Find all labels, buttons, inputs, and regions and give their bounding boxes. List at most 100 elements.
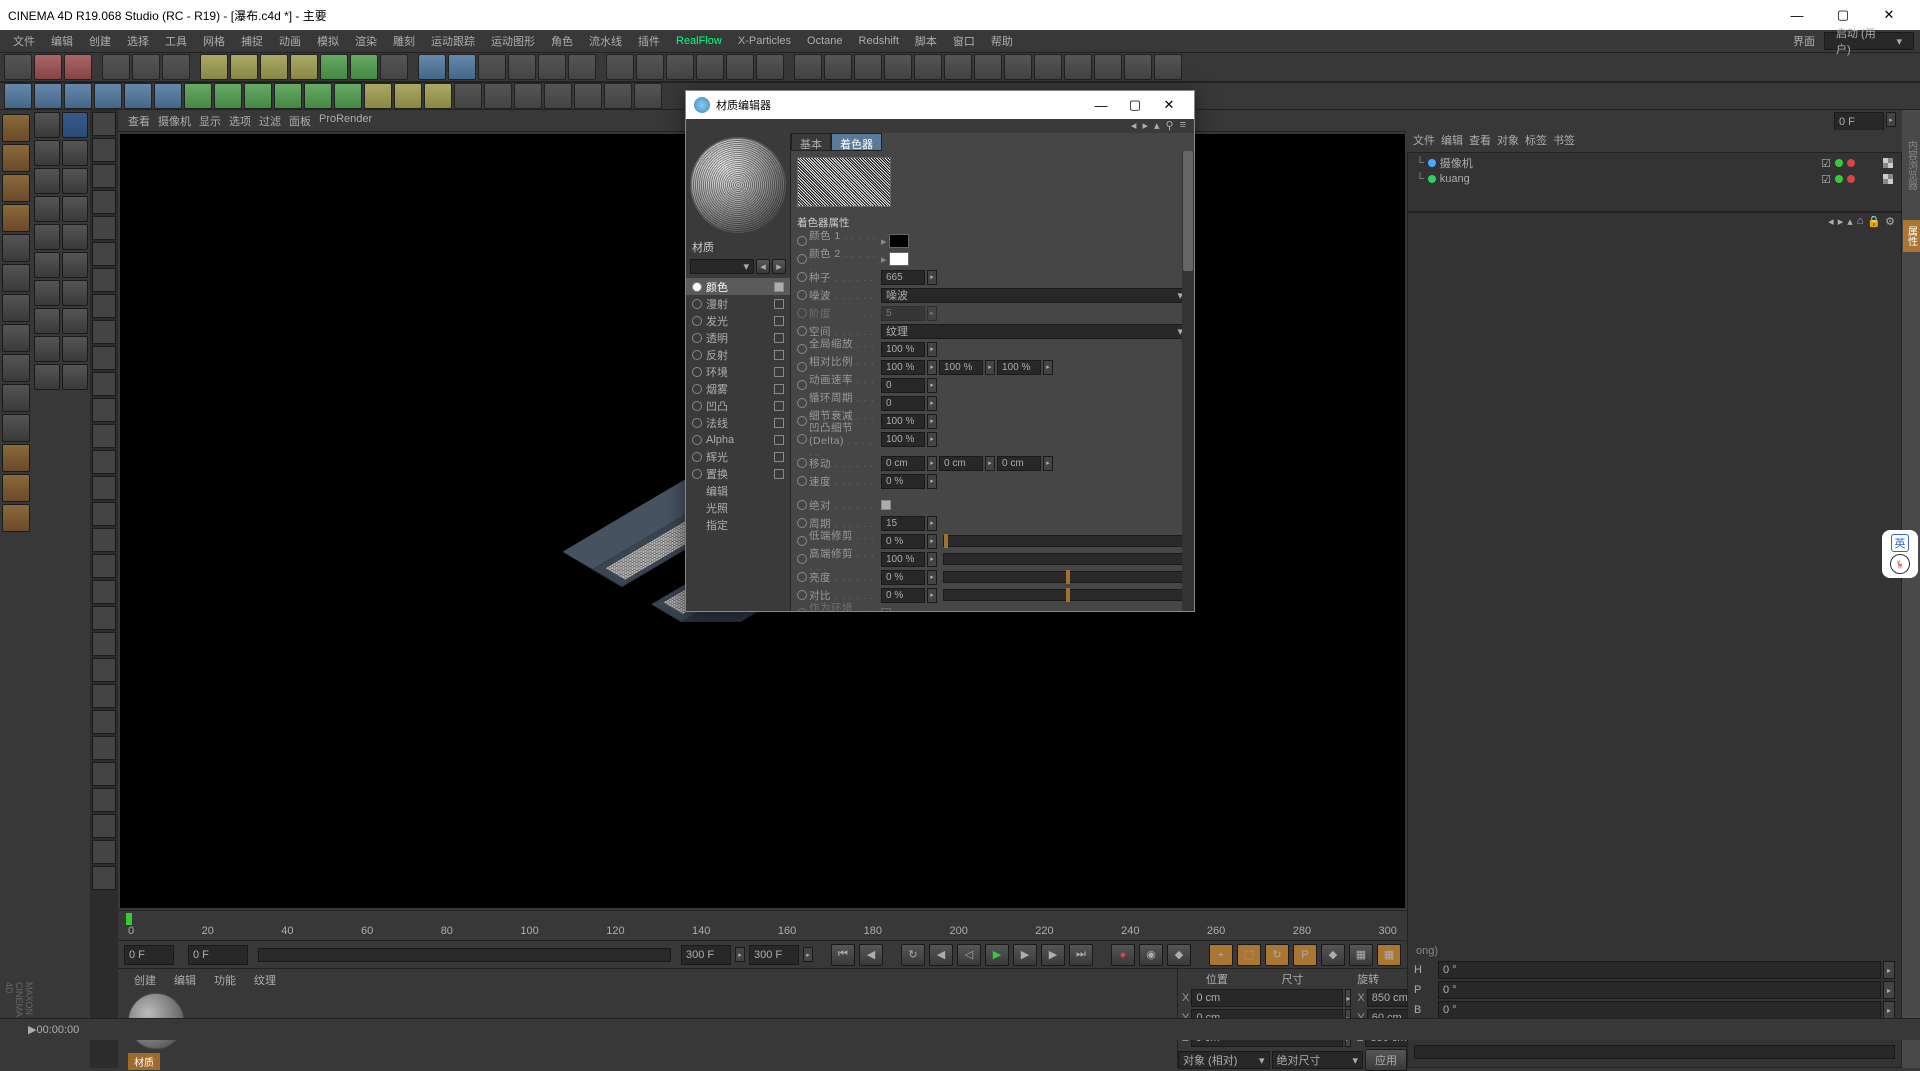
palette-button[interactable] bbox=[92, 528, 116, 552]
checkbox[interactable] bbox=[881, 608, 891, 611]
attr-field[interactable] bbox=[1414, 1045, 1895, 1059]
checkbox[interactable] bbox=[881, 500, 891, 510]
toolbar-button[interactable] bbox=[244, 83, 272, 109]
menu-渲染[interactable]: 渲染 bbox=[348, 31, 384, 51]
menu-Octane[interactable]: Octane bbox=[800, 33, 849, 49]
mode-button[interactable] bbox=[2, 384, 30, 412]
coord-mode1[interactable]: 对象 (相对)▾ bbox=[1178, 1051, 1270, 1069]
toolbar-button[interactable] bbox=[1004, 54, 1032, 80]
toolbar-button[interactable] bbox=[64, 83, 92, 109]
toolbar-button[interactable] bbox=[334, 83, 362, 109]
play-back-icon[interactable]: ◁ bbox=[957, 944, 981, 966]
palette-button[interactable] bbox=[92, 294, 116, 318]
autokey-icon[interactable]: ◉ bbox=[1139, 944, 1163, 966]
num-input[interactable]: 0 % bbox=[881, 474, 925, 489]
toolbar-button[interactable] bbox=[350, 54, 378, 80]
palette-button[interactable] bbox=[92, 450, 116, 474]
palette-button[interactable] bbox=[92, 268, 116, 292]
object-manager[interactable]: └摄像机☑└kuang☑ bbox=[1407, 152, 1902, 212]
toolbar-button[interactable] bbox=[604, 83, 632, 109]
tool-button[interactable] bbox=[62, 224, 88, 250]
toolbar-button[interactable] bbox=[304, 83, 332, 109]
menu-编辑[interactable]: 编辑 bbox=[44, 31, 80, 51]
vp-tab[interactable]: 过滤 bbox=[259, 113, 281, 128]
menu-选择[interactable]: 选择 bbox=[120, 31, 156, 51]
menu-角色[interactable]: 角色 bbox=[544, 31, 580, 51]
palette-button[interactable] bbox=[92, 762, 116, 786]
mode-button[interactable] bbox=[2, 234, 30, 262]
nav-fwd-icon[interactable]: ▸ bbox=[1142, 119, 1148, 133]
prop-radio[interactable] bbox=[797, 608, 807, 611]
palette-button[interactable] bbox=[92, 398, 116, 422]
toolbar-button[interactable] bbox=[320, 54, 348, 80]
obj-tab[interactable]: 对象 bbox=[1497, 132, 1519, 150]
palette-button[interactable] bbox=[92, 320, 116, 344]
tl-start[interactable] bbox=[124, 945, 174, 965]
next-key-icon[interactable]: ▶ bbox=[1013, 944, 1037, 966]
tl-end2[interactable] bbox=[749, 945, 799, 965]
dropdown[interactable]: 纹理▾ bbox=[881, 324, 1188, 339]
toolbar-button[interactable] bbox=[448, 54, 476, 80]
scrollbar[interactable] bbox=[1182, 151, 1194, 611]
channel-反射[interactable]: 反射 bbox=[686, 346, 790, 363]
channel-透明[interactable]: 透明 bbox=[686, 329, 790, 346]
toolbar-button[interactable] bbox=[418, 54, 446, 80]
mat-tab[interactable]: 功能 bbox=[208, 972, 242, 986]
toolbar-button[interactable] bbox=[544, 83, 572, 109]
toolbar-button[interactable] bbox=[184, 83, 212, 109]
toolbar-button[interactable] bbox=[394, 83, 422, 109]
tl-scrollbar[interactable] bbox=[258, 948, 671, 962]
channel-烟雾[interactable]: 烟雾 bbox=[686, 380, 790, 397]
prop-radio[interactable] bbox=[797, 572, 807, 582]
tool-button[interactable] bbox=[62, 196, 88, 222]
tool-button[interactable] bbox=[34, 308, 60, 334]
play-icon[interactable]: ▶ bbox=[985, 944, 1009, 966]
nav-back-icon[interactable]: ◂ bbox=[1828, 215, 1834, 233]
dialog-maximize-icon[interactable]: ▢ bbox=[1118, 93, 1152, 117]
dialog-close-icon[interactable]: ✕ bbox=[1152, 93, 1186, 117]
palette-button[interactable] bbox=[92, 866, 116, 890]
toolbar-button[interactable] bbox=[794, 54, 822, 80]
toolbar-button[interactable] bbox=[4, 54, 32, 80]
right-icon[interactable]: ▸ bbox=[772, 259, 786, 274]
palette-button[interactable] bbox=[92, 710, 116, 734]
toolbar-button[interactable] bbox=[230, 54, 258, 80]
tl-right[interactable] bbox=[1834, 112, 1884, 132]
num-input[interactable]: 0 % bbox=[881, 534, 925, 549]
palette-button[interactable] bbox=[92, 684, 116, 708]
toolbar-button[interactable] bbox=[666, 54, 694, 80]
vp-tab[interactable]: 选项 bbox=[229, 113, 251, 128]
menu-运动图形[interactable]: 运动图形 bbox=[484, 31, 542, 51]
num-input[interactable]: 100 % bbox=[939, 360, 983, 375]
tl-current[interactable] bbox=[188, 945, 248, 965]
tool-button[interactable] bbox=[34, 196, 60, 222]
menu-捕捉[interactable]: 捕捉 bbox=[234, 31, 270, 51]
menu-动画[interactable]: 动画 bbox=[272, 31, 308, 51]
prop-radio[interactable] bbox=[797, 554, 807, 564]
mode-button[interactable] bbox=[2, 144, 30, 172]
toolbar-button[interactable] bbox=[94, 83, 122, 109]
num-input[interactable]: 100 % bbox=[881, 360, 925, 375]
mode-button[interactable] bbox=[2, 294, 30, 322]
palette-button[interactable] bbox=[92, 632, 116, 656]
goto-start-icon[interactable]: ⏮ bbox=[831, 944, 855, 966]
palette-button[interactable] bbox=[92, 554, 116, 578]
toolbar-button[interactable] bbox=[538, 54, 566, 80]
toolbar-button[interactable] bbox=[914, 54, 942, 80]
prop-radio[interactable] bbox=[797, 290, 807, 300]
menu-窗口[interactable]: 窗口 bbox=[946, 31, 982, 51]
prop-radio[interactable] bbox=[797, 254, 807, 264]
num-input[interactable]: 100 % bbox=[881, 342, 925, 357]
toolbar-button[interactable] bbox=[1094, 54, 1122, 80]
timeline-ruler[interactable]: 0204060801001201401601802002202402602803… bbox=[118, 910, 1407, 940]
palette-button[interactable] bbox=[92, 216, 116, 240]
menu-帮助[interactable]: 帮助 bbox=[984, 31, 1020, 51]
mat-tab[interactable]: 创建 bbox=[128, 972, 162, 986]
tool-button[interactable] bbox=[34, 280, 60, 306]
texture-preview[interactable] bbox=[797, 157, 891, 207]
layout-dropdown[interactable]: 启动 (用户)▾ bbox=[1824, 32, 1914, 50]
num-input[interactable]: 665 bbox=[881, 270, 925, 285]
prop-radio[interactable] bbox=[797, 398, 807, 408]
ime-indicator[interactable]: 英 🦌 bbox=[1882, 530, 1918, 578]
num-input[interactable]: 5 bbox=[881, 306, 925, 321]
